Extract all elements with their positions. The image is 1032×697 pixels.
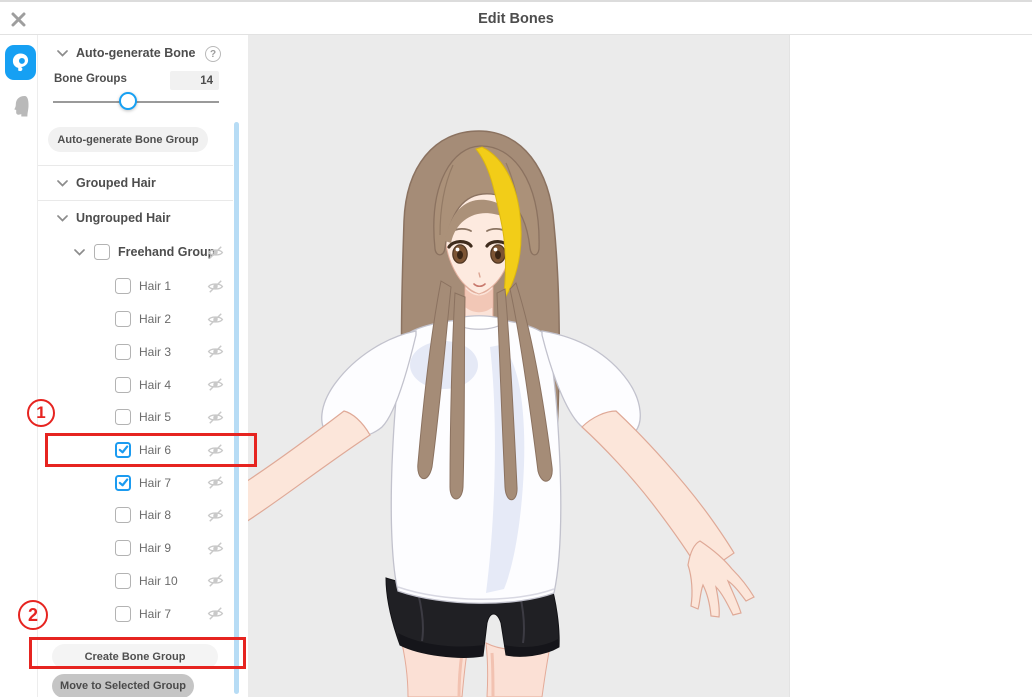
hair-item-label: Hair 7	[139, 475, 172, 490]
character-shirt	[321, 315, 641, 604]
chevron-down-icon	[57, 179, 68, 187]
face-tool-button[interactable]	[9, 92, 33, 120]
edit-bones-window: Edit Bones Auto-generate Bone ? Bone Gro…	[0, 0, 1032, 697]
window-title: Edit Bones	[478, 10, 554, 27]
chevron-down-icon	[57, 214, 68, 222]
visibility-off-icon[interactable]	[207, 244, 224, 261]
visibility-off-icon[interactable]	[207, 376, 224, 393]
visibility-off-icon[interactable]	[207, 442, 224, 459]
close-button[interactable]	[9, 10, 27, 28]
hair-item-checkbox[interactable]	[115, 507, 131, 524]
divider	[38, 165, 233, 166]
visibility-off-icon[interactable]	[207, 409, 224, 426]
hair-item-row[interactable]: Hair 1	[38, 270, 235, 303]
hair-item-row[interactable]: Hair 5	[38, 401, 235, 434]
visibility-off-icon[interactable]	[207, 605, 224, 622]
chevron-down-icon	[74, 248, 85, 256]
hair-item-label: Hair 4	[139, 377, 172, 392]
hair-icon	[12, 53, 29, 72]
visibility-off-icon[interactable]	[207, 343, 224, 360]
section-ungrouped-hair[interactable]: Ungrouped Hair	[57, 211, 170, 225]
header-bar: Edit Bones	[0, 0, 1032, 35]
right-panel-area	[789, 35, 1032, 697]
visibility-off-icon[interactable]	[207, 540, 224, 557]
section-auto-generate-bone[interactable]: Auto-generate Bone	[57, 46, 195, 60]
hair-item-checkbox[interactable]	[115, 376, 131, 393]
hair-item-label: Hair 6	[139, 442, 172, 457]
hair-list: Hair 1 Hair 2 Hair 3 Hair 4 Hair 5 Hair …	[38, 270, 235, 630]
freehand-group-checkbox[interactable]	[94, 244, 110, 260]
visibility-off-icon[interactable]	[207, 278, 224, 295]
hair-item-checkbox[interactable]	[115, 278, 131, 295]
create-bone-group-button[interactable]: Create Bone Group	[52, 644, 218, 669]
help-button[interactable]: ?	[205, 46, 221, 62]
hair-item-checkbox[interactable]	[115, 605, 131, 622]
chevron-down-icon	[57, 49, 68, 57]
hair-item-checkbox[interactable]	[115, 540, 131, 557]
divider	[38, 200, 233, 201]
panel-scrollbar[interactable]	[234, 122, 239, 694]
hair-item-checkbox[interactable]	[115, 474, 131, 491]
visibility-off-icon[interactable]	[207, 311, 224, 328]
hair-item-row[interactable]: Hair 4	[38, 368, 235, 401]
hair-item-label: Hair 1	[139, 279, 172, 294]
hair-item-row[interactable]: Hair 3	[38, 335, 235, 368]
section-grouped-hair[interactable]: Grouped Hair	[57, 176, 156, 190]
close-icon	[11, 12, 25, 26]
hair-item-row[interactable]: Hair 2	[38, 303, 235, 336]
section-title: Grouped Hair	[76, 176, 156, 190]
hair-item-checkbox[interactable]	[115, 409, 131, 426]
bone-groups-value[interactable]: 14	[170, 71, 219, 90]
visibility-off-icon[interactable]	[207, 507, 224, 524]
hair-item-checkbox[interactable]	[115, 572, 131, 589]
visibility-off-icon[interactable]	[207, 572, 224, 589]
freehand-group-label: Freehand Group	[118, 245, 216, 259]
character-preview	[248, 130, 755, 697]
hair-item-row[interactable]: Hair 9	[38, 532, 235, 565]
move-to-selected-group-button[interactable]: Move to Selected Group	[52, 674, 194, 697]
bone-groups-label: Bone Groups	[54, 73, 127, 85]
freehand-group-row[interactable]: Freehand Group	[38, 239, 235, 265]
help-icon: ?	[209, 48, 217, 60]
hair-bone-tool-button[interactable]	[5, 45, 36, 80]
hair-item-checkbox[interactable]	[115, 311, 131, 328]
hair-item-row[interactable]: Hair 7	[38, 466, 235, 499]
auto-generate-bone-group-button[interactable]: Auto-generate Bone Group	[48, 127, 208, 152]
bone-groups-slider-thumb[interactable]	[119, 92, 137, 110]
hair-item-label: Hair 8	[139, 508, 172, 523]
hair-item-label: Hair 5	[139, 410, 172, 425]
section-title: Auto-generate Bone	[76, 46, 196, 60]
hair-item-checkbox[interactable]	[115, 343, 131, 360]
preview-canvas[interactable]	[248, 35, 789, 697]
hair-item-row[interactable]: Hair 10	[38, 564, 235, 597]
hair-item-checkbox[interactable]	[115, 441, 131, 458]
hair-item-row[interactable]: Hair 7	[38, 597, 235, 630]
face-icon	[13, 96, 29, 117]
hair-item-label: Hair 9	[139, 541, 172, 556]
visibility-off-icon[interactable]	[207, 474, 224, 491]
hair-item-label: Hair 2	[139, 312, 172, 327]
section-title: Ungrouped Hair	[76, 211, 171, 225]
hair-item-label: Hair 10	[139, 573, 178, 588]
tool-sidebar	[0, 35, 38, 697]
hair-item-label: Hair 7	[139, 606, 172, 621]
hair-item-row[interactable]: Hair 8	[38, 499, 235, 532]
hair-item-label: Hair 3	[139, 344, 172, 359]
hair-item-row[interactable]: Hair 6	[38, 434, 235, 467]
